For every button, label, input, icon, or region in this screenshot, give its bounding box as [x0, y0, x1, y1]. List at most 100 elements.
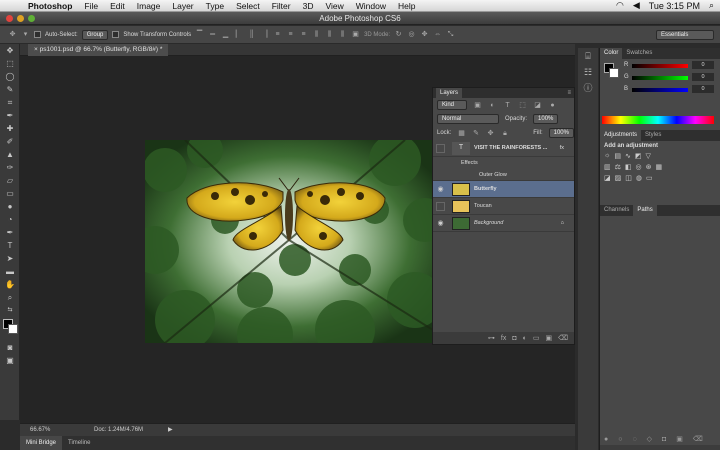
channel-mixer-icon[interactable]: ⊛ [646, 163, 652, 171]
visibility-toggle[interactable] [436, 202, 445, 211]
layer-row-butterfly[interactable]: ◉ Butterfly [433, 181, 574, 198]
zoom-icon[interactable] [28, 15, 35, 22]
lock-pixels-icon[interactable]: ✎ [472, 129, 480, 138]
distribute-center-icon[interactable]: ⫼ [325, 30, 334, 39]
chevron-down-icon[interactable]: ▾ [21, 30, 30, 39]
link-icon[interactable]: ⊶ [488, 334, 495, 342]
eye-icon[interactable]: ◉ [436, 185, 445, 194]
trash-icon[interactable]: ⌫ [558, 334, 568, 342]
eye-icon[interactable]: ◉ [436, 219, 445, 228]
shape-tool-icon[interactable]: ▬ [0, 265, 20, 278]
move-tool-icon[interactable]: ✥ [0, 44, 20, 57]
tab-layers[interactable]: Layers [436, 88, 463, 98]
layer-effects-row[interactable]: Effects [433, 157, 574, 169]
minimize-icon[interactable] [17, 15, 24, 22]
gradient-tool-icon[interactable]: ▭ [0, 187, 20, 200]
b-value[interactable]: 0 [692, 85, 714, 93]
color-swatches[interactable] [0, 317, 19, 341]
auto-select-checkbox[interactable] [34, 31, 41, 38]
color-balance-icon[interactable]: ⚖ [615, 163, 621, 171]
menu-layer[interactable]: Layer [166, 1, 199, 11]
path-select-tool-icon[interactable]: ➤ [0, 252, 20, 265]
gradient-map-icon[interactable]: ▭ [646, 174, 653, 182]
menu-file[interactable]: File [78, 1, 104, 11]
type-tool-icon[interactable]: T [0, 239, 20, 252]
transform-checkbox[interactable] [112, 31, 120, 38]
document-image[interactable] [145, 140, 433, 343]
tab-close-icon[interactable]: × [34, 46, 38, 53]
align-top-icon[interactable]: ▔ [195, 30, 204, 39]
layer-effect-outer-glow[interactable]: Outer Glow [433, 169, 574, 181]
lock-all-icon[interactable]: 🔒︎ [501, 129, 509, 138]
pen-tool-icon[interactable]: ✒ [0, 226, 20, 239]
visibility-toggle[interactable] [436, 144, 445, 153]
menu-view[interactable]: View [319, 1, 349, 11]
menu-filter[interactable]: Filter [266, 1, 297, 11]
distribute-top-icon[interactable]: ≡ [273, 30, 282, 39]
levels-icon[interactable]: ▤ [614, 152, 621, 160]
wifi-icon[interactable]: ◠ [616, 0, 624, 11]
auto-select-dropdown[interactable]: Group [81, 29, 109, 40]
delete-path-icon[interactable]: ⌫ [693, 435, 703, 443]
dodge-tool-icon[interactable]: ◔ [0, 213, 20, 226]
load-selection-icon[interactable]: ◌ [632, 436, 636, 443]
g-slider[interactable] [632, 76, 688, 80]
slide-3d-icon[interactable]: ⇔ [433, 30, 442, 39]
exposure-icon[interactable]: ◩ [635, 152, 642, 160]
properties-panel-icon[interactable]: ☷ [578, 64, 598, 80]
fx-add-icon[interactable]: fx [501, 335, 506, 342]
align-center-icon[interactable]: ║ [247, 30, 256, 39]
eraser-tool-icon[interactable]: ▱ [0, 174, 20, 187]
new-path-icon[interactable]: ▣ [676, 435, 683, 443]
hue-saturation-icon[interactable]: ▥ [604, 163, 611, 171]
clone-stamp-tool-icon[interactable]: ▲ [0, 148, 20, 161]
black-white-icon[interactable]: ◧ [625, 163, 632, 171]
brightness-icon[interactable]: ☼ [604, 152, 610, 160]
fill-input[interactable]: 100% [548, 128, 574, 138]
tab-adjustments[interactable]: Adjustments [600, 130, 642, 141]
menu-3d[interactable]: 3D [297, 1, 320, 11]
folder-icon[interactable]: ▭ [533, 334, 540, 342]
fill-path-icon[interactable]: ● [604, 436, 608, 443]
scale-3d-icon[interactable]: ⤡ [446, 30, 455, 39]
align-middle-icon[interactable]: ═ [208, 30, 217, 39]
distribute-left-icon[interactable]: ⫼ [312, 30, 321, 39]
vibrance-icon[interactable]: ▽ [646, 152, 651, 160]
new-layer-icon[interactable]: ▣ [545, 334, 552, 342]
menu-help[interactable]: Help [392, 1, 421, 11]
marquee-tool-icon[interactable]: ⬚ [0, 57, 20, 70]
b-slider[interactable] [632, 88, 688, 92]
auto-align-icon[interactable]: ▣ [351, 30, 360, 39]
move-tool-icon[interactable]: ✥ [8, 30, 17, 39]
roll-3d-icon[interactable]: ◎ [407, 30, 416, 39]
posterize-icon[interactable]: ▨ [615, 174, 622, 182]
history-panel-icon[interactable]: ⌸ [578, 48, 598, 64]
blur-tool-icon[interactable]: ● [0, 200, 20, 213]
zoom-tool-icon[interactable]: ⌕ [0, 291, 20, 304]
swap-colors-icon[interactable]: ⇆ [0, 304, 20, 317]
rotate-3d-icon[interactable]: ↻ [394, 30, 403, 39]
brush-tool-icon[interactable]: ✐ [0, 135, 20, 148]
filter-toggle-icon[interactable]: ● [548, 101, 557, 110]
filter-adjustment-icon[interactable]: ◐ [488, 101, 497, 110]
mask-icon[interactable]: ◘ [512, 335, 516, 342]
menu-select[interactable]: Select [230, 1, 266, 11]
history-brush-tool-icon[interactable]: ✑ [0, 161, 20, 174]
lock-position-icon[interactable]: ✥ [486, 129, 494, 138]
color-spectrum[interactable] [602, 116, 714, 124]
crop-tool-icon[interactable]: ⌗ [0, 96, 20, 109]
quick-mask-icon[interactable]: ◙ [0, 341, 20, 354]
lock-transparent-icon[interactable]: ▦ [457, 129, 465, 138]
align-right-icon[interactable]: ▕ [260, 30, 269, 39]
hand-tool-icon[interactable]: ✋ [0, 278, 20, 291]
filter-shape-icon[interactable]: ⬚ [518, 101, 527, 110]
info-panel-icon[interactable]: ⓘ [578, 80, 598, 96]
pan-3d-icon[interactable]: ✥ [420, 30, 429, 39]
clock[interactable]: Tue 3:15 PM [649, 1, 700, 11]
threshold-icon[interactable]: ◫ [625, 174, 632, 182]
close-icon[interactable] [6, 15, 13, 22]
photo-filter-icon[interactable]: ◎ [636, 163, 642, 171]
filter-pixel-icon[interactable]: ▣ [473, 101, 482, 110]
tab-swatches[interactable]: Swatches [622, 48, 656, 59]
distribute-right-icon[interactable]: ⫼ [338, 30, 347, 39]
